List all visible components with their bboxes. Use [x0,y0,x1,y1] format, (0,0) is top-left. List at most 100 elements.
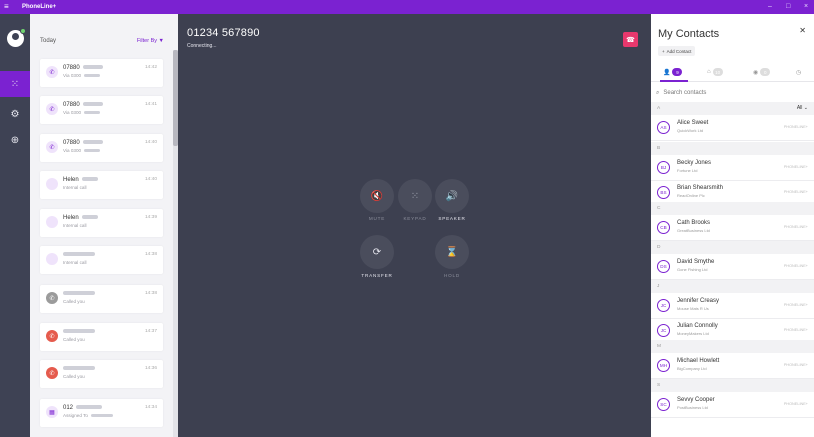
contact-item[interactable]: AS Alice Sweet QuickWork Ltd PHONELINE+ [651,115,814,141]
contact-item[interactable]: SC Sevvy Cooper PostBusiness Ltd PHONELI… [651,392,814,418]
history-item-time: 14:38 [144,252,157,257]
contact-name: David Smythe [677,259,715,265]
group-letter: S [657,383,661,388]
tab-groups[interactable]: ◉ 0 [753,67,771,77]
missed-call-icon: ✆ [46,367,58,379]
history-item-time: 14:40 [144,177,157,182]
title-bar: ≡ PhoneLine+ – □ × [0,0,814,14]
app-name: PhoneLine+ [22,4,57,10]
tab-people[interactable]: 👤 9 [663,67,683,77]
history-item[interactable]: ✆ Called you 14:36 [40,360,163,388]
history-item-sub: Assigned To [63,413,88,418]
group-header: A All ⌄ [651,102,814,115]
settings-icon[interactable]: ⚙ [0,101,30,127]
contact-company: MoneyMakers Ltd [677,331,709,336]
contact-item[interactable]: MH Michael Howlett BigCompany Ltd PHONEL… [651,353,814,379]
person-icon: 👤 [663,69,671,76]
contact-name: Brian Shearsmith [677,185,724,191]
group-header: J [651,280,814,293]
search-input[interactable]: Search contacts [663,90,706,96]
contact-item[interactable]: CB Cath Brooks GreatBusiness Ltd PHONELI… [651,215,814,241]
contact-company: Mouse Mats R Us [677,306,709,311]
history-item[interactable]: ✆ 07880 Via 0300 14:40 [40,134,163,162]
hold-button[interactable]: ⌛ [435,235,469,269]
maximize-button[interactable]: □ [786,0,790,14]
history-item[interactable]: Helen Internal call 14:39 [40,209,163,237]
today-label: Today [40,38,57,44]
contact-company: Fortune Ltd [677,168,698,173]
close-contacts-button[interactable]: ✕ [799,26,806,35]
history-item-name: 07880 [63,65,80,71]
filter-button[interactable]: Filter By ▼ [137,38,164,44]
history-item-time: 14:38 [144,291,157,296]
contact-name: Becky Jones [677,160,712,166]
history-item-sub: Via 0300 [63,73,82,78]
close-window-button[interactable]: × [804,0,808,14]
keypad-button[interactable]: ⁙ [398,179,432,213]
mute-button[interactable]: 🔇 [360,179,394,213]
history-item-time: 14:39 [144,215,157,220]
call-history-panel: Today Filter By ▼ ✆ 07880 Via 0300 14:42… [30,14,178,437]
history-item-time: 14:34 [144,405,157,410]
contact-avatar: JC [657,324,670,337]
call-number: 01234 567890 [187,27,260,39]
tab-count: 9 [672,68,683,76]
contact-item[interactable]: JC Jennifer Creasy Mouse Mats R Us PHONE… [651,293,814,319]
contact-item[interactable]: BJ Becky Jones Fortune Ltd PHONELINE+ [651,155,814,181]
all-filter-dropdown[interactable]: All ⌄ [797,102,808,115]
contact-name: Michael Howlett [677,358,720,364]
history-item[interactable]: ▦ 012 Assigned To 14:34 [40,399,163,427]
contact-name: Julian Connolly [677,323,718,329]
history-item-time: 14:37 [144,329,157,334]
history-item-name: 012 [63,405,74,411]
contact-source: PHONELINE+ [783,402,808,406]
contact-item[interactable]: DS David Smythe Gone Fishing Ltd PHONELI… [651,254,814,280]
online-status-badge [20,28,26,34]
search-bar[interactable]: ⌕ Search contacts [656,86,806,100]
history-item[interactable]: ✆ Called you 14:38 [40,285,163,313]
history-item[interactable]: ✆ Called you 14:37 [40,323,163,351]
add-contact-button[interactable]: + Add Contact [658,46,696,56]
group-header: M [651,340,814,353]
tab-companies[interactable]: ⌂ 10 [707,67,723,77]
tab-recent[interactable]: ◷ [796,67,801,77]
hamburger-icon[interactable]: ≡ [4,0,16,14]
contact-source: PHONELINE+ [783,328,808,332]
contact-company: PostBusiness Ltd [677,405,708,410]
phone-icon: ✆ [46,103,58,115]
history-item[interactable]: Internal call 14:38 [40,246,163,274]
contact-avatar: MH [657,359,670,372]
user-avatar[interactable] [7,28,26,47]
contacts-panel: My Contacts ✕ + Add Contact 👤 9 ⌂ 10 ◉ 0 ◷ ⌕… [651,14,814,437]
hourglass-icon: ⌛ [445,246,459,258]
contact-company: QuickWork Ltd [677,128,704,133]
dialpad-icon[interactable]: ⁙ [0,71,30,97]
group-letter: A [657,106,661,111]
group-header: C [651,202,814,215]
add-contact-label: Add Contact [666,48,692,54]
speaker-button[interactable]: 🔊 [435,179,469,213]
contact-name: Jennifer Creasy [677,298,720,304]
person-icon [46,178,58,190]
globe-icon[interactable]: ⊕ [0,127,30,153]
minimize-button[interactable]: – [768,0,772,14]
transfer-button[interactable]: ⟳ [360,235,394,269]
history-item-time: 14:41 [144,102,157,107]
contact-avatar: BJ [657,161,670,174]
hold-label: HOLD [444,273,460,278]
speaker-label: SPEAKER [438,216,466,221]
group-letter: M [657,344,661,349]
transfer-icon: ⟳ [372,246,382,258]
contact-avatar: DS [657,260,670,273]
history-item-sub: Called you [63,337,85,342]
contact-name: Alice Sweet [677,120,709,126]
contact-company: GreatBusiness Ltd [677,228,710,233]
history-item[interactable]: ✆ 07880 Via 0300 14:41 [40,96,163,124]
history-item[interactable]: Helen Internal call 14:40 [40,171,163,199]
building-icon: ⌂ [707,69,711,75]
history-item-sub: Internal call [63,185,87,190]
history-item[interactable]: ✆ 07880 Via 0300 14:42 [40,59,163,87]
hangup-button[interactable]: ☎ [623,32,638,47]
contact-name: Cath Brooks [677,220,711,226]
contacts-title: My Contacts [658,28,720,40]
